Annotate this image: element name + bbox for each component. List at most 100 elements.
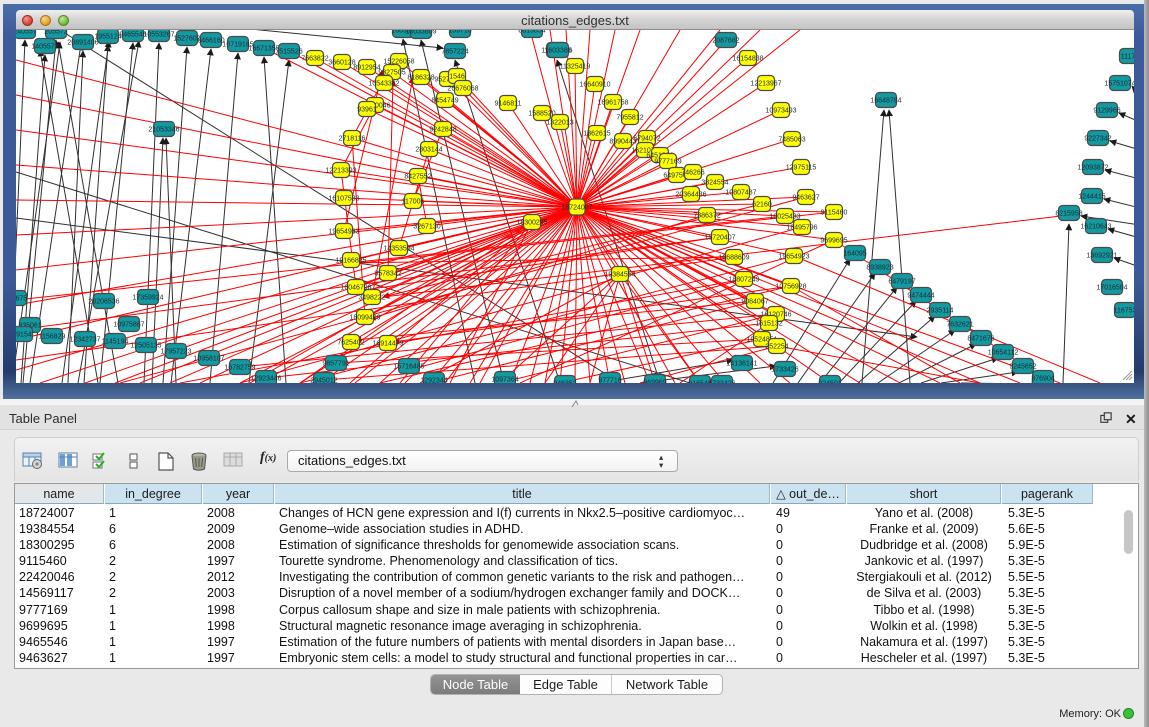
svg-text:1546: 1546 (449, 74, 465, 81)
svg-text:8454749: 8454749 (431, 98, 458, 105)
svg-text:1145194: 1145194 (102, 339, 129, 346)
svg-text:1097364: 1097364 (491, 377, 518, 384)
svg-text:16154838: 16154838 (732, 56, 763, 63)
svg-text:2803144: 2803144 (415, 147, 442, 154)
svg-text:10543382: 10543382 (368, 81, 399, 88)
svg-text:205572: 205572 (44, 30, 67, 36)
svg-text:10756928: 10756928 (775, 284, 806, 291)
svg-text:26676068: 26676068 (447, 86, 478, 93)
svg-text:13692921: 13692921 (1086, 253, 1117, 260)
svg-text:1615132: 1615132 (755, 321, 782, 328)
svg-text:11325419: 11325419 (560, 64, 591, 71)
svg-text:18724007: 18724007 (561, 205, 592, 212)
svg-text:969969: 969969 (643, 380, 666, 384)
svg-text:10973493: 10973493 (765, 108, 796, 115)
svg-text:16640910: 16640910 (579, 82, 610, 89)
svg-text:9857791: 9857791 (322, 361, 349, 368)
svg-text:3824554: 3824554 (701, 180, 728, 187)
svg-text:9463627: 9463627 (792, 195, 819, 202)
svg-text:19654933: 19654933 (328, 229, 359, 236)
svg-text:14136141: 14136141 (726, 361, 757, 368)
svg-text:2087682: 2087682 (712, 38, 739, 45)
svg-text:16107533: 16107533 (328, 196, 359, 203)
svg-text:21053346: 21053346 (148, 127, 179, 134)
svg-text:7485063: 7485063 (778, 137, 805, 144)
svg-text:9227342: 9227342 (1084, 136, 1111, 143)
svg-text:12213393: 12213393 (325, 168, 356, 175)
svg-text:8813054: 8813054 (518, 30, 545, 35)
svg-text:11171: 11171 (1121, 54, 1134, 61)
svg-text:10688609: 10688609 (718, 255, 749, 262)
svg-text:10958107: 10958107 (193, 356, 224, 363)
svg-text:9084067: 9084067 (741, 299, 768, 306)
svg-text:15751074: 15751074 (1104, 81, 1134, 88)
svg-text:109718: 109718 (448, 30, 471, 35)
svg-text:977716: 977716 (598, 378, 621, 384)
svg-text:8938923: 8938923 (866, 265, 893, 272)
svg-text:924501: 924501 (818, 381, 841, 384)
svg-text:7625402: 7625402 (337, 340, 364, 347)
svg-text:18099489: 18099489 (349, 315, 380, 322)
svg-text:15716485: 15716485 (393, 364, 424, 371)
svg-text:876904: 876904 (1031, 376, 1054, 383)
svg-text:15720407: 15720407 (704, 235, 735, 242)
svg-text:7632621: 7632621 (946, 322, 973, 329)
svg-text:117006: 117006 (402, 199, 425, 206)
svg-text:14353594: 14353594 (383, 246, 414, 253)
svg-text:2718116: 2718116 (339, 136, 366, 143)
svg-text:16210643: 16210643 (1080, 224, 1111, 231)
svg-text:7955812: 7955812 (616, 115, 643, 122)
svg-text:12093872: 12093872 (1077, 165, 1108, 172)
svg-text:9699695: 9699695 (820, 238, 847, 245)
svg-text:6466160: 6466160 (197, 38, 224, 45)
svg-text:7386372: 7386372 (693, 213, 720, 220)
svg-text:7515526: 7515526 (275, 49, 302, 56)
svg-text:12975115: 12975115 (786, 165, 817, 172)
svg-text:12342737: 12342737 (69, 337, 100, 344)
svg-text:10553267: 10553267 (143, 32, 174, 39)
svg-text:16033809: 16033809 (405, 30, 436, 36)
svg-text:62160: 62160 (752, 202, 772, 209)
svg-text:20891406: 20891406 (67, 40, 98, 47)
svg-text:18495796: 18495796 (786, 225, 817, 232)
svg-text:18300295: 18300295 (516, 220, 547, 227)
svg-text:20364436: 20364436 (675, 192, 706, 199)
svg-text:252254: 252254 (765, 344, 788, 351)
svg-text:19384554: 19384554 (604, 272, 635, 279)
svg-text:111675: 111675 (16, 296, 27, 303)
svg-text:9129966: 9129966 (1093, 108, 1120, 115)
svg-text:1362615: 1362615 (583, 131, 610, 138)
svg-text:1322013: 1322013 (546, 120, 573, 127)
svg-text:39154: 39154 (16, 332, 32, 339)
svg-text:9777169: 9777169 (654, 159, 681, 166)
svg-text:7663822: 7663822 (301, 56, 328, 63)
svg-text:1955124: 1955124 (94, 34, 121, 41)
svg-text:1156829: 1156829 (39, 334, 66, 341)
svg-text:20206536: 20206536 (88, 299, 119, 306)
svg-text:1405572: 1405572 (31, 44, 58, 51)
svg-text:19654923: 19654923 (778, 254, 809, 261)
svg-text:1603380: 1603380 (544, 48, 571, 55)
svg-text:10975867: 10975867 (113, 322, 144, 329)
svg-text:10654112: 10654112 (988, 350, 1019, 357)
svg-text:9146811: 9146811 (495, 101, 522, 108)
svg-text:240557: 240557 (16, 30, 37, 36)
svg-text:3267130: 3267130 (413, 224, 440, 231)
svg-text:16782759: 16782759 (224, 365, 255, 372)
svg-text:3498222: 3498222 (358, 295, 385, 302)
svg-text:2945012: 2945012 (310, 378, 337, 384)
svg-text:17359924: 17359924 (132, 295, 163, 302)
svg-text:1244415: 1244415 (1078, 194, 1105, 201)
svg-text:1292344: 1292344 (420, 378, 447, 384)
svg-text:12923446: 12923446 (250, 376, 281, 383)
svg-text:1733426: 1733426 (708, 381, 735, 384)
svg-text:16648784: 16648784 (870, 98, 901, 105)
svg-text:9245652: 9245652 (1009, 364, 1036, 371)
svg-text:164095: 164095 (843, 251, 866, 258)
svg-text:17957223: 17957223 (160, 349, 191, 356)
svg-text:9242848: 9242848 (429, 127, 456, 134)
svg-text:8427552: 8427552 (404, 174, 431, 181)
svg-text:7857224: 7857224 (441, 49, 468, 56)
svg-text:6479197: 6479197 (888, 279, 915, 286)
svg-text:12505135: 12505135 (130, 343, 161, 350)
